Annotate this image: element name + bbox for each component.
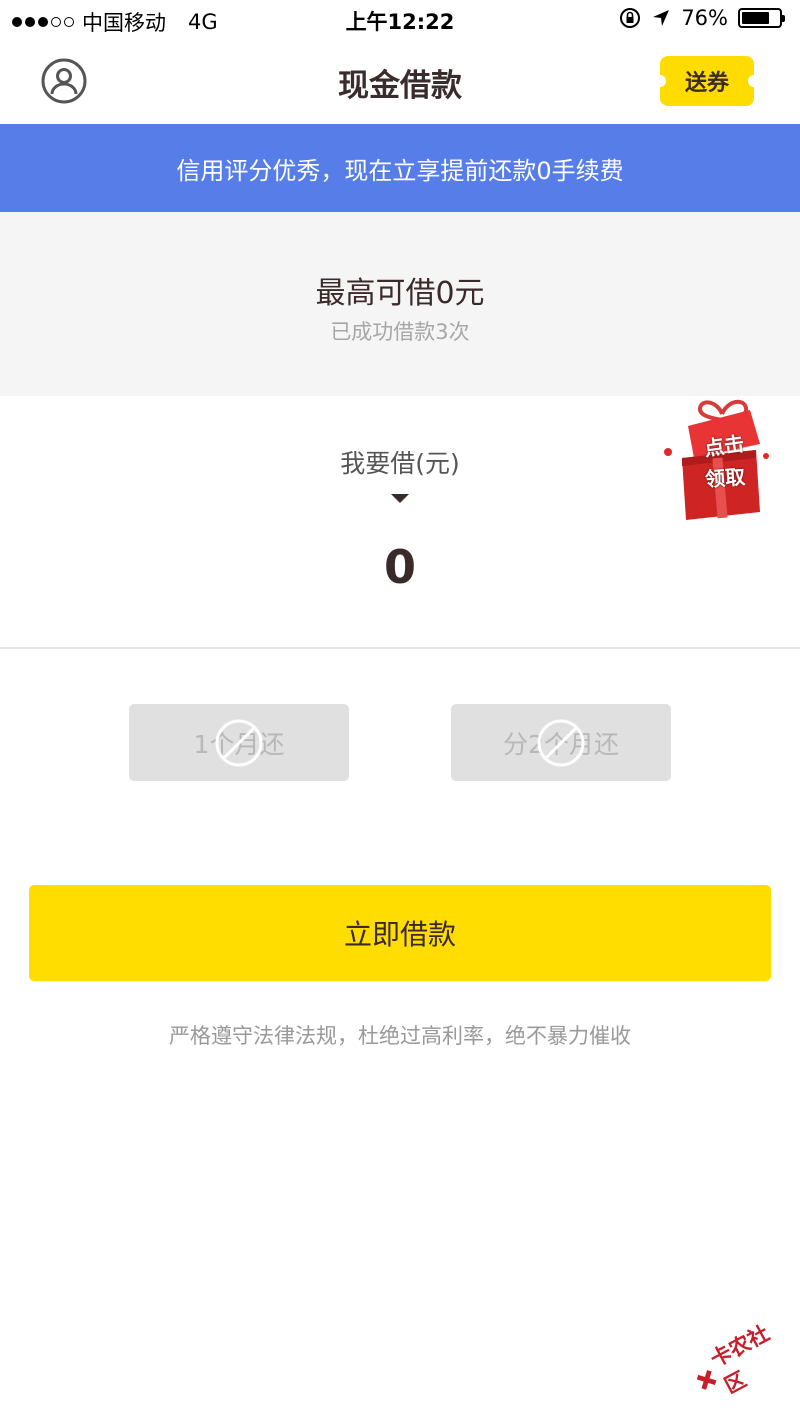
borrow-now-label: 立即借款 xyxy=(343,918,456,951)
watermark-text: 卡农社区 xyxy=(706,1320,774,1399)
nav-bar: 现金借款 送券 xyxy=(0,40,800,124)
caret-down-icon xyxy=(391,494,409,503)
borrow-amount-label: 我要借(元) xyxy=(340,449,460,478)
credit-limit: 最高可借0元 xyxy=(315,276,485,311)
repay-option-1-month[interactable]: 1个月还 xyxy=(129,704,349,781)
battery-percent: 76% xyxy=(681,6,728,30)
battery-icon xyxy=(738,8,785,28)
promo-banner-text: 信用评分优秀，现在立享提前还款0手续费 xyxy=(176,156,624,185)
status-bar: 中国移动 4G 上午12:22 76% xyxy=(0,0,800,40)
disabled-icon xyxy=(215,719,263,766)
watermark-logo-icon xyxy=(696,1370,717,1390)
promo-banner: 信用评分优秀，现在立享提前还款0手续费 xyxy=(0,124,800,212)
orientation-lock-icon xyxy=(620,8,641,28)
disabled-icon xyxy=(537,719,585,766)
credit-summary: 最高可借0元 已成功借款3次 xyxy=(0,212,800,396)
section-divider xyxy=(0,647,800,649)
coupon-button[interactable]: 送券 xyxy=(654,56,760,106)
loan-history-count: 已成功借款3次 xyxy=(330,320,470,344)
borrow-now-button[interactable]: 立即借款 xyxy=(29,885,771,981)
disclaimer-text: 严格遵守法律法规，杜绝过高利率，绝不暴力催收 xyxy=(169,1024,631,1048)
borrow-amount-value[interactable]: 0 xyxy=(0,540,800,594)
location-arrow-icon xyxy=(653,10,670,26)
coupon-button-label: 送券 xyxy=(684,71,729,96)
repay-option-2-months[interactable]: 分2个月还 xyxy=(451,704,671,781)
watermark: 卡农社区 xyxy=(684,1309,800,1411)
status-right: 76% xyxy=(619,6,785,30)
